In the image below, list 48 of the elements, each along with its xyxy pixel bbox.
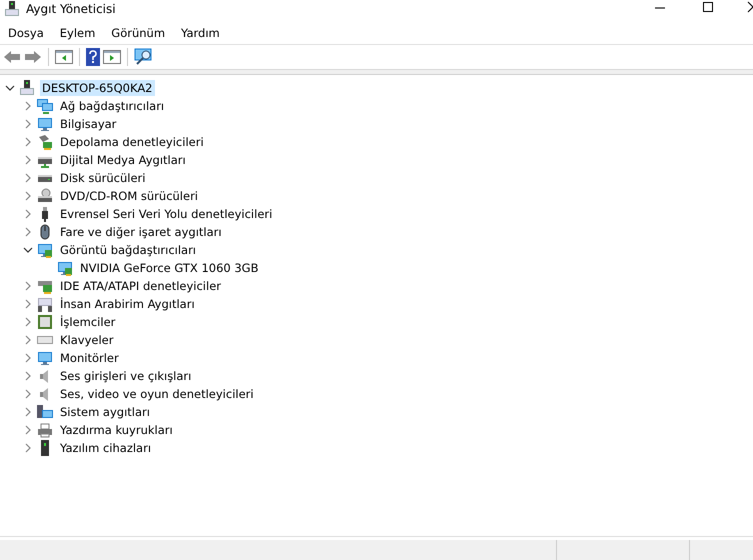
monitor-search-icon[interactable]: [134, 48, 154, 66]
menu-item[interactable]: Görünüm: [103, 26, 174, 40]
tree-item[interactable]: Görüntü bağdaştırıcıları: [58, 242, 198, 258]
chevron-icon[interactable]: [23, 245, 33, 255]
tree-item[interactable]: Sistem aygıtları: [58, 404, 152, 420]
pane-icon[interactable]: [103, 50, 121, 64]
monitor-icon: [37, 116, 53, 132]
tree-item[interactable]: Yazdırma kuyrukları: [58, 422, 175, 438]
system-icon: [37, 404, 53, 420]
tree-item[interactable]: Ses, video ve oyun denetleyicileri: [58, 386, 256, 402]
controller-card-icon: [37, 278, 53, 294]
network-icon: [37, 98, 53, 114]
storage-icon: [37, 134, 53, 150]
printer-icon: [37, 422, 53, 438]
tree-item[interactable]: İnsan Arabirim Aygıtları: [58, 296, 197, 312]
tree-item[interactable]: Fare ve diğer işaret aygıtları: [58, 224, 224, 240]
tree-item[interactable]: Disk sürücüleri: [58, 170, 148, 186]
processor-icon: [37, 314, 53, 330]
chevron-icon[interactable]: [5, 83, 15, 93]
tree-item[interactable]: Ses girişleri ve çıkışları: [58, 368, 194, 384]
tree-item[interactable]: Depolama denetleyicileri: [58, 134, 206, 150]
tree-item[interactable]: İşlemciler: [58, 314, 118, 330]
tree-item[interactable]: Klavyeler: [58, 332, 116, 348]
pc-icon: [19, 80, 35, 96]
display-adapter-icon: [37, 242, 53, 258]
menu-item[interactable]: Yardım: [173, 26, 228, 40]
monitor-icon: [37, 350, 53, 366]
back-arrow-icon[interactable]: [3, 50, 21, 64]
tree-item[interactable]: NVIDIA GeForce GTX 1060 3GB: [78, 260, 260, 276]
tree-item[interactable]: Monitörler: [58, 350, 121, 366]
help-icon[interactable]: [86, 48, 100, 66]
display-adapter-icon: [57, 260, 73, 276]
disc-drive-icon: [37, 188, 53, 204]
menu-item[interactable]: Eylem: [52, 26, 104, 40]
tree-item[interactable]: Evrensel Seri Veri Yolu denetleyicileri: [58, 206, 274, 222]
input-device-icon: [37, 296, 53, 312]
tree-item[interactable]: Yazılım cihazları: [58, 440, 154, 456]
forward-arrow-icon[interactable]: [24, 50, 42, 64]
tree-item[interactable]: DVD/CD-ROM sürücüleri: [58, 188, 200, 204]
pane-icon[interactable]: [55, 50, 73, 64]
tree-item[interactable]: IDE ATA/ATAPI denetleyiciler: [58, 278, 224, 294]
tree-item[interactable]: DESKTOP-65Q0KA2: [40, 80, 155, 96]
tree-item[interactable]: Dijital Medya Aygıtları: [58, 152, 188, 168]
window-title: Aygıt Yöneticisi: [26, 2, 116, 16]
app-icon: [4, 1, 20, 17]
tree-item[interactable]: Ağ bağdaştırıcıları: [58, 98, 166, 114]
menu-item[interactable]: Dosya: [0, 26, 52, 40]
tree-item[interactable]: Bilgisayar: [58, 116, 118, 132]
